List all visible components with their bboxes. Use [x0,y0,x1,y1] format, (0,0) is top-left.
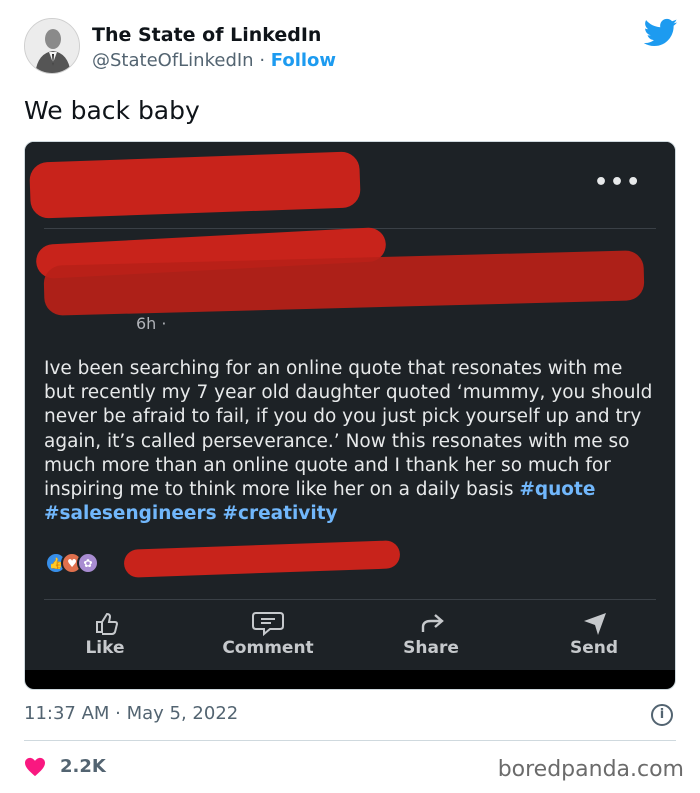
heart-icon [25,757,45,776]
post-body: Ive been searching for an online quote t… [44,357,656,526]
avatar-portrait-icon [25,19,79,73]
share-arrow-icon [421,614,444,632]
send-action-button[interactable]: Send [534,610,654,658]
author-handle[interactable]: @StateOfLinkedIn [92,50,254,71]
hashtag[interactable]: #quote [519,479,595,500]
hashtag[interactable]: #creativity [223,503,338,524]
author-avatar[interactable] [24,18,80,74]
author-handle-line: @StateOfLinkedIn · Follow [92,50,336,71]
comment-label: Comment [222,638,314,658]
more-options-icon: ••• [594,170,643,195]
send-icon [584,613,606,635]
reaction-icons: 👍 ♥ ✿ [45,552,125,574]
post-time: 6h · [136,314,167,333]
like-action-button[interactable]: Like [45,610,165,658]
like-count-area[interactable]: 2.2K [24,756,106,777]
footer-divider [24,740,676,741]
send-label: Send [569,638,619,658]
tweet-timestamp[interactable]: 11:37 AM · May 5, 2022 [24,703,238,724]
like-count: 2.2K [60,756,106,777]
like-label: Like [85,638,125,658]
author-name[interactable]: The State of LinkedIn [92,24,321,46]
comment-icon [252,612,284,636]
handle-separator: · [253,50,271,71]
share-label: Share [403,638,459,658]
info-icon[interactable]: i [651,704,673,726]
redaction-scribble [29,151,361,219]
watermark: boredpanda.com [497,757,684,782]
follow-button[interactable]: Follow [271,50,336,71]
share-action-button[interactable]: Share [371,610,491,658]
thumbs-up-icon [96,612,119,635]
tweet-text: We back baby [24,96,200,125]
actions-divider [44,599,656,600]
hashtag[interactable]: #salesengineers [44,503,217,524]
post-action-bar: Like Comment Share Send [24,610,676,666]
twitter-bird-icon[interactable] [644,18,678,48]
comment-action-button[interactable]: Comment [208,610,328,658]
support-reaction-icon: ✿ [77,552,99,574]
